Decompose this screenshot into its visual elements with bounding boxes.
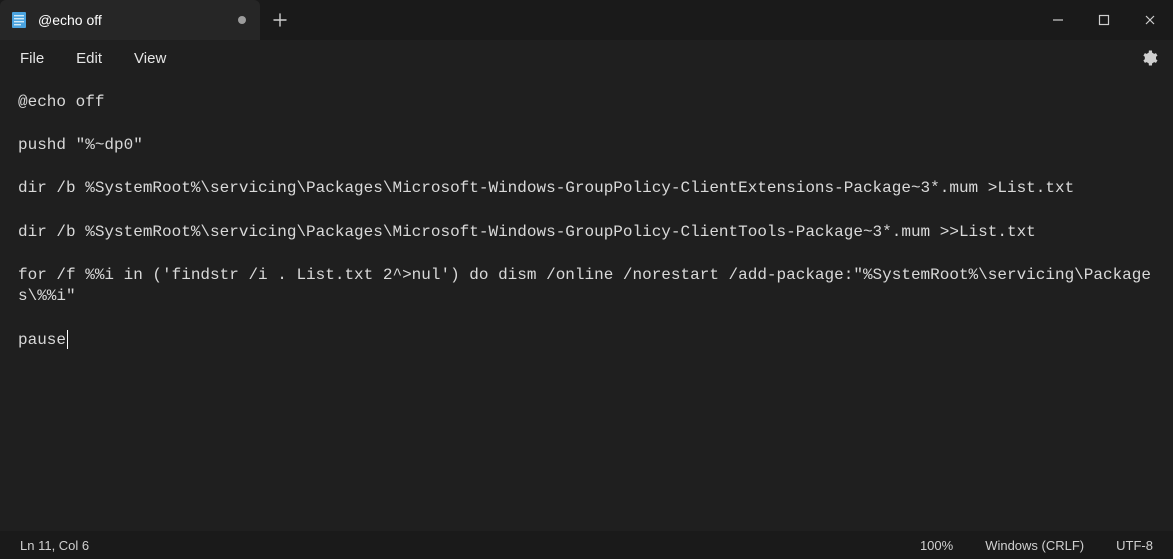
minimize-button[interactable] [1035,0,1081,40]
menu-bar: File Edit View [0,40,1173,76]
editor-line: pause [18,330,1155,352]
modified-indicator-icon [238,16,246,24]
editor-line: dir /b %SystemRoot%\servicing\Packages\M… [18,222,1155,244]
editor-line [18,200,1155,222]
editor-line [18,157,1155,179]
settings-button[interactable] [1131,49,1167,67]
editor-line [18,243,1155,265]
file-icon [10,11,28,29]
status-zoom[interactable]: 100% [904,538,969,553]
editor-line: @echo off [18,92,1155,114]
tab-region: @echo off [0,0,1035,40]
status-bar: Ln 11, Col 6 100% Windows (CRLF) UTF-8 [0,531,1173,559]
title-bar: @echo off [0,0,1173,40]
close-button[interactable] [1127,0,1173,40]
editor-line: for /f %%i in ('findstr /i . List.txt 2^… [18,265,1155,308]
editor-line [18,308,1155,330]
status-eol[interactable]: Windows (CRLF) [969,538,1100,553]
status-encoding[interactable]: UTF-8 [1100,538,1169,553]
window-controls [1035,0,1173,40]
status-cursor-position[interactable]: Ln 11, Col 6 [4,538,105,553]
active-tab[interactable]: @echo off [0,0,260,40]
maximize-button[interactable] [1081,0,1127,40]
editor-line: dir /b %SystemRoot%\servicing\Packages\M… [18,178,1155,200]
menu-view[interactable]: View [120,44,180,73]
new-tab-button[interactable] [260,0,300,40]
menu-edit[interactable]: Edit [62,44,116,73]
editor-line: pushd "%~dp0" [18,135,1155,157]
menu-file[interactable]: File [6,44,58,73]
editor-line [18,114,1155,136]
tab-title: @echo off [38,12,228,28]
text-editor[interactable]: @echo off pushd "%~dp0" dir /b %SystemRoot… [0,76,1173,531]
text-caret [67,330,68,348]
